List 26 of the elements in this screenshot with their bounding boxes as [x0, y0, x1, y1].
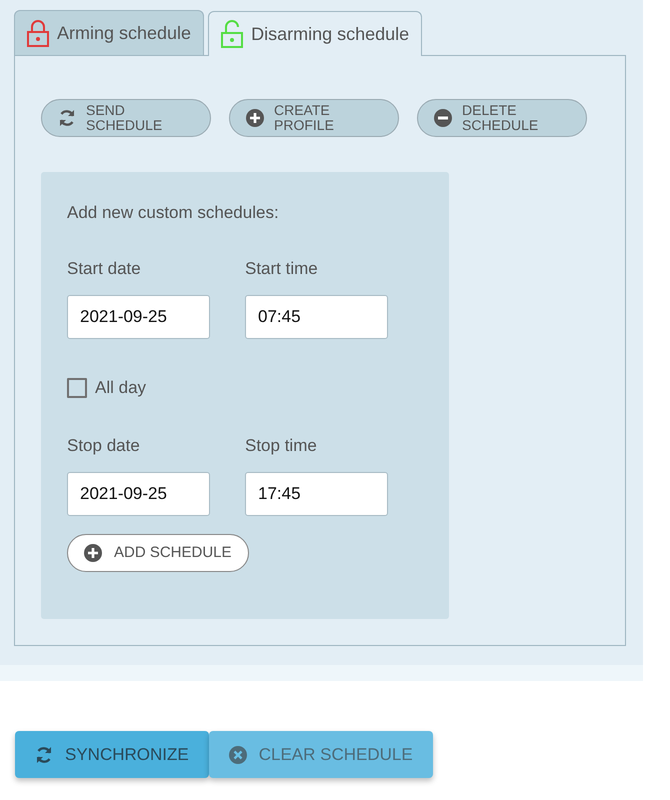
action-button[interactable]: SEND SCHEDULE	[41, 99, 211, 137]
padlock-icon	[27, 19, 49, 47]
field-label: Stop date	[67, 434, 141, 456]
plus-circle-icon	[246, 109, 264, 127]
minus-circle-icon	[434, 109, 452, 127]
field-label: Start date	[67, 258, 142, 280]
input-field[interactable]: 2021-09-25	[67, 472, 210, 516]
checkbox-label: All day	[95, 377, 146, 399]
synchronize-button[interactable]: SYNCHRONIZE	[15, 731, 209, 778]
sync-icon	[58, 109, 76, 127]
form-title: Add new custom schedules:	[67, 202, 280, 224]
action-button[interactable]: DELETE SCHEDULE	[417, 99, 587, 137]
checkbox[interactable]	[67, 378, 87, 398]
tab[interactable]: Disarming schedule	[208, 11, 422, 56]
action-button[interactable]: CREATE PROFILE	[229, 99, 399, 137]
field-label: Start time	[245, 258, 319, 280]
sync-icon	[35, 746, 53, 764]
input-field[interactable]: 07:45	[245, 295, 388, 339]
input-field[interactable]: 17:45	[245, 472, 388, 516]
plus-circle-icon	[84, 544, 102, 562]
add-schedule-button[interactable]: ADD SCHEDULE	[67, 534, 249, 572]
unlocked-padlock-icon	[221, 20, 244, 48]
tab[interactable]: Arming schedule	[14, 10, 204, 55]
close-circle-icon	[228, 746, 247, 764]
input-field[interactable]: 2021-09-25	[67, 295, 210, 339]
field-label: Stop time	[245, 434, 318, 456]
